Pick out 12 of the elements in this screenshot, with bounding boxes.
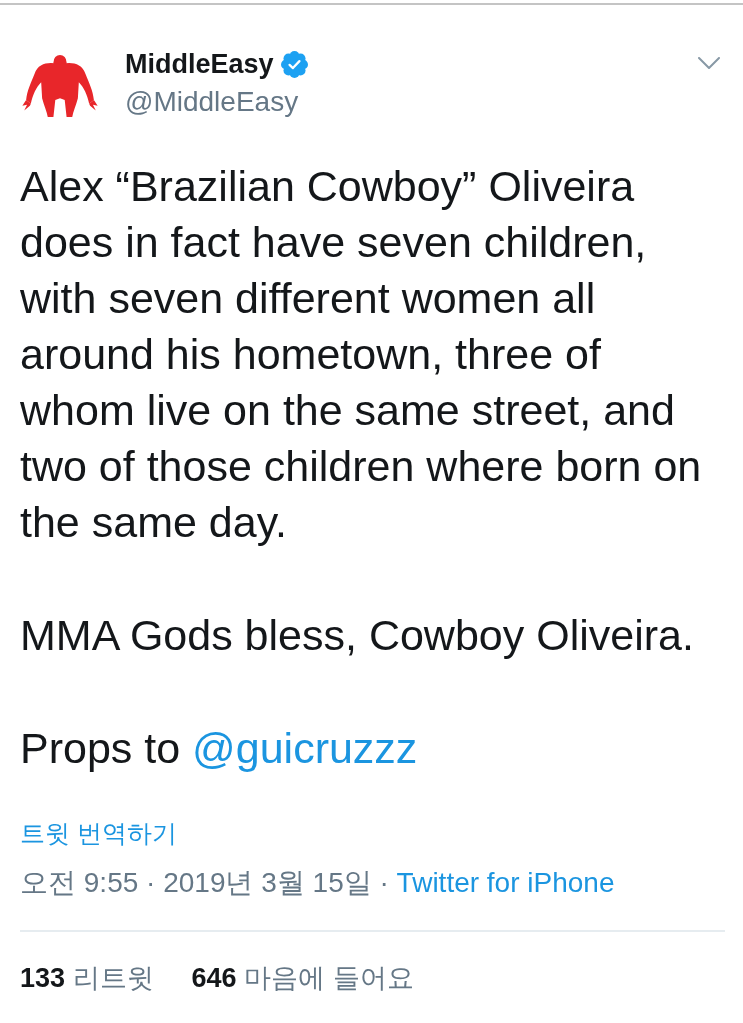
chevron-icon[interactable]	[697, 55, 721, 71]
mention-link[interactable]: @guicruzzz	[192, 724, 418, 772]
tweet-text: Props to @guicruzzz	[20, 723, 419, 774]
stat-link[interactable]: 646 마음에 들어요	[191, 961, 414, 995]
tweet-text: Alex “Brazilian Cowboy” Oliveira does in fact have seven children, with seven different women all around his hometown, three of whom live on the same street, and two of those children where born on the same day.	[20, 161, 703, 548]
source-link[interactable]: Twitter for iPhone	[396, 867, 615, 898]
stat-link[interactable]: 133 리트윗	[20, 961, 154, 995]
tweet-timestamp: 오전 9:55 · 2019년 3월 15일 · Twitter for iPhone	[20, 866, 616, 900]
translate-link[interactable]: 트윗 번역하기	[20, 817, 177, 849]
tweet-text: MMA Gods bless, Cowboy Oliveira.	[20, 610, 695, 661]
account-handle: @MiddleEasy	[125, 85, 300, 119]
account-name: MiddleEasy	[125, 48, 274, 80]
